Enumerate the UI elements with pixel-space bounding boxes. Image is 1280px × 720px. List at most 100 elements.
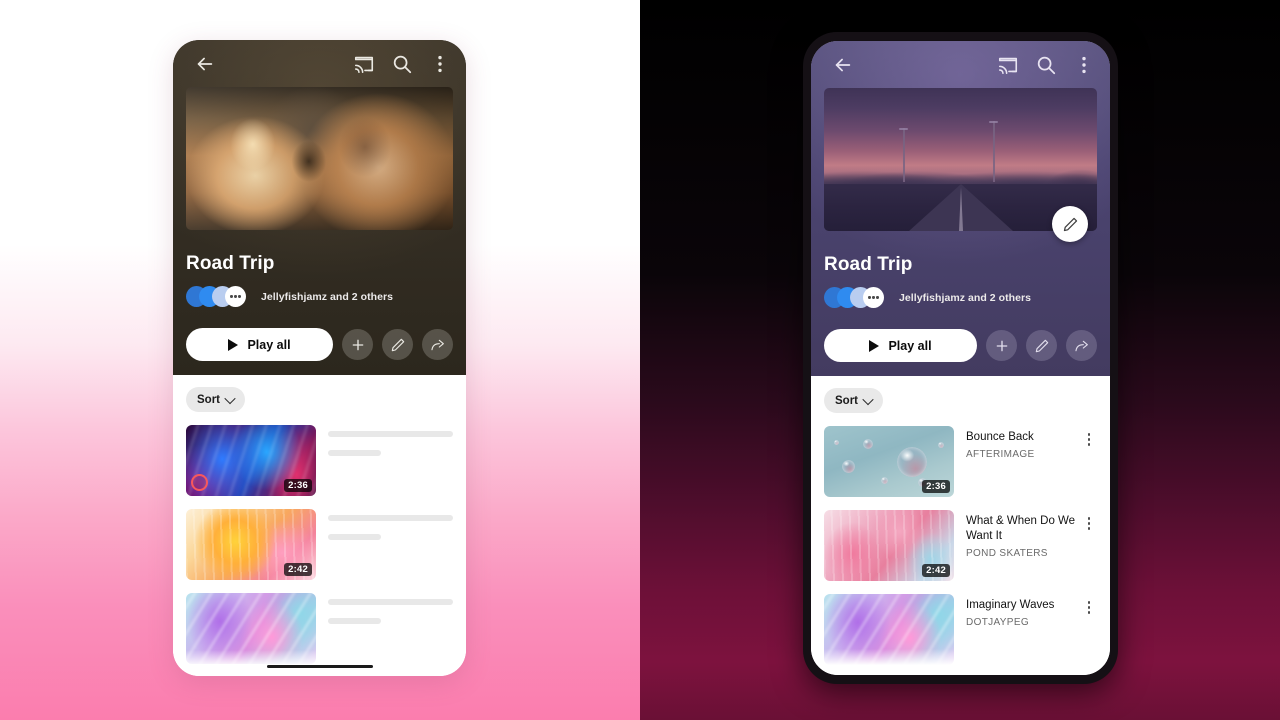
sort-button[interactable]: Sort [186, 387, 245, 412]
song-meta-skeleton [328, 509, 453, 540]
chevron-down-icon [224, 392, 236, 404]
plus-icon [350, 337, 366, 353]
share-button[interactable] [422, 329, 453, 360]
left-phone-mockup: Road Trip Jellyfishjamz and 2 others Pla… [173, 40, 466, 676]
search-button[interactable] [1027, 54, 1065, 76]
back-button[interactable] [186, 53, 224, 75]
share-arrow-icon [430, 337, 446, 353]
play-all-button[interactable]: Play all [186, 328, 333, 361]
right-hero-wrap [824, 88, 1097, 242]
twilight-highway-photo [824, 88, 1097, 231]
song-thumbnail[interactable] [824, 594, 954, 665]
song-meta-skeleton [328, 425, 453, 456]
left-actions-row: Play all [186, 328, 453, 361]
cast-icon [997, 54, 1019, 76]
song-text-block: Imaginary Waves DOTJAYPEG [966, 598, 1081, 628]
song-duration: 2:36 [284, 479, 312, 492]
skeleton-title-bar [328, 599, 453, 605]
share-button[interactable] [1066, 330, 1097, 361]
song-duration: 2:36 [922, 480, 950, 493]
right-playlist-header: Road Trip Jellyfishjamz and 2 others Pla… [811, 41, 1110, 376]
avatar-stack[interactable] [186, 286, 246, 307]
skeleton-artist-bar [328, 450, 381, 456]
skeleton-title-bar [328, 515, 453, 521]
song-overflow-menu-button[interactable] [1081, 514, 1097, 559]
right-actions-row: Play all [824, 329, 1097, 362]
search-button[interactable] [383, 53, 421, 75]
share-arrow-icon [1074, 338, 1090, 354]
song-meta: What & When Do We Want It POND SKATERS [966, 510, 1097, 559]
avatar-stack[interactable] [824, 287, 884, 308]
artwork-purple-teal-marble [824, 594, 954, 665]
back-arrow-icon [194, 53, 216, 75]
edit-button[interactable] [382, 329, 413, 360]
left-playlist-header: Road Trip Jellyfishjamz and 2 others Pla… [173, 40, 466, 375]
left-owners-row: Jellyfishjamz and 2 others [186, 286, 453, 307]
song-thumbnail[interactable]: 2:36 [186, 425, 316, 496]
pencil-icon [1034, 338, 1050, 354]
add-button[interactable] [986, 330, 1017, 361]
pencil-icon [1062, 216, 1079, 233]
list-item[interactable] [186, 593, 453, 664]
right-phone-screen: Road Trip Jellyfishjamz and 2 others Pla… [811, 41, 1110, 675]
list-item[interactable]: Imaginary Waves DOTJAYPEG [824, 594, 1097, 665]
avatar-more-badge [863, 287, 884, 308]
song-title: What & When Do We Want It [966, 515, 1076, 543]
play-icon [228, 338, 239, 351]
song-thumbnail[interactable]: 2:42 [186, 509, 316, 580]
back-button[interactable] [824, 54, 862, 76]
home-indicator[interactable] [266, 664, 373, 668]
song-overflow-menu-button[interactable] [1081, 598, 1097, 628]
cast-button[interactable] [345, 53, 383, 75]
song-meta: Bounce Back AFTERIMAGE [966, 426, 1097, 460]
skeleton-artist-bar [328, 534, 381, 540]
song-text-block: What & When Do We Want It POND SKATERS [966, 514, 1081, 559]
song-duration: 2:42 [922, 564, 950, 577]
sort-label: Sort [835, 394, 858, 407]
edit-button[interactable] [1026, 330, 1057, 361]
song-artist: AFTERIMAGE [966, 449, 1035, 461]
song-artist: DOTJAYPEG [966, 617, 1029, 629]
list-item[interactable]: 2:42 What & When Do We Want It POND SKAT… [824, 510, 1097, 581]
right-song-list: Sort 2:36 Bounce Back AFTERIMAGE 2:42 Wh… [811, 376, 1110, 665]
overflow-menu-icon [429, 53, 451, 75]
song-thumbnail[interactable]: 2:36 [824, 426, 954, 497]
lane-marking [958, 187, 963, 231]
overflow-menu-icon [1073, 54, 1095, 76]
cast-button[interactable] [989, 54, 1027, 76]
search-icon [391, 53, 413, 75]
skeleton-artist-bar [328, 618, 381, 624]
song-duration: 2:42 [284, 563, 312, 576]
playlist-cover-image[interactable] [186, 87, 453, 230]
song-thumbnail[interactable] [186, 593, 316, 664]
pencil-icon [390, 337, 406, 353]
overflow-menu-button[interactable] [421, 53, 453, 75]
play-icon [869, 339, 880, 352]
add-button[interactable] [342, 329, 373, 360]
play-all-label: Play all [247, 337, 291, 352]
list-item[interactable]: 2:36 [186, 425, 453, 496]
light-pole [990, 120, 997, 183]
right-phone-mockup: Road Trip Jellyfishjamz and 2 others Pla… [803, 32, 1118, 684]
live-ring-badge [191, 474, 208, 491]
avatar-more-badge [225, 286, 246, 307]
song-meta-skeleton [328, 593, 453, 624]
play-all-button[interactable]: Play all [824, 329, 977, 362]
playlist-cover-image[interactable] [824, 88, 1097, 231]
plus-icon [994, 338, 1010, 354]
page-title: Road Trip [186, 253, 275, 274]
song-thumbnail[interactable]: 2:42 [824, 510, 954, 581]
right-app-bar [811, 41, 1110, 88]
right-owners-row: Jellyfishjamz and 2 others [824, 287, 1097, 308]
song-overflow-menu-button[interactable] [1081, 430, 1097, 460]
edit-cover-fab[interactable] [1052, 206, 1088, 242]
overflow-menu-button[interactable] [1065, 54, 1097, 76]
song-meta: Imaginary Waves DOTJAYPEG [966, 594, 1097, 628]
list-item[interactable]: 2:36 Bounce Back AFTERIMAGE [824, 426, 1097, 497]
playlist-owners-label: Jellyfishjamz and 2 others [261, 290, 394, 303]
left-song-list: Sort 2:36 2:42 [173, 375, 466, 664]
sort-button[interactable]: Sort [824, 388, 883, 413]
left-app-bar [173, 40, 466, 87]
list-item[interactable]: 2:42 [186, 509, 453, 580]
page-title: Road Trip [824, 254, 913, 275]
